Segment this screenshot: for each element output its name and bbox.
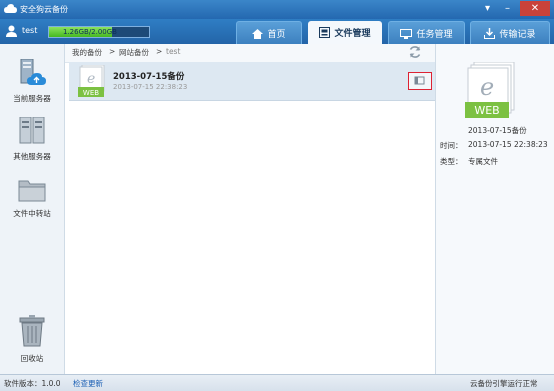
cloud-logo-icon bbox=[4, 4, 17, 13]
detail-time-value: 2013-07-15 22:38:23 bbox=[468, 140, 548, 149]
sidebar-item-recycle-bin[interactable]: 回收站 bbox=[0, 315, 64, 364]
tab-transfer-log[interactable]: 传输记录 bbox=[470, 21, 550, 45]
tab-task-manage-label: 任务管理 bbox=[416, 30, 453, 40]
sidebar-item-recycle-bin-label: 回收站 bbox=[20, 354, 44, 363]
sidebar-item-file-transfer[interactable]: 文件中转站 bbox=[0, 178, 64, 219]
restore-icon bbox=[414, 76, 425, 85]
tab-file-manage-label: 文件管理 bbox=[334, 29, 371, 39]
current-server-icon bbox=[20, 58, 46, 85]
refresh-icon[interactable] bbox=[408, 45, 422, 59]
task-icon bbox=[400, 28, 413, 39]
sidebar-item-file-transfer-label: 文件中转站 bbox=[13, 209, 51, 218]
tab-task-manage[interactable]: 任务管理 bbox=[388, 21, 465, 45]
other-server-icon bbox=[19, 116, 45, 144]
trash-icon bbox=[19, 315, 45, 347]
user-icon bbox=[6, 25, 17, 37]
tab-home[interactable]: 首页 bbox=[236, 21, 302, 45]
detail-type-value: 专属文件 bbox=[468, 157, 498, 166]
tab-home-label: 首页 bbox=[267, 30, 286, 40]
version-text: 软件版本：1.0.0 bbox=[4, 379, 61, 388]
sidebar-item-other-server-label: 其他服务器 bbox=[13, 152, 51, 161]
sidebar: 当前服务器 其他服务器 文件中转站 回收站 bbox=[0, 44, 65, 374]
web-badge-large: WEB bbox=[474, 104, 499, 117]
breadcrumb: 我的备份 > 网站备份 > test bbox=[65, 44, 435, 63]
sidebar-item-current-server-label: 当前服务器 bbox=[13, 94, 51, 103]
web-file-large-icon: e WEB bbox=[465, 62, 515, 118]
sidebar-item-current-server[interactable]: 当前服务器 bbox=[0, 58, 64, 104]
home-icon bbox=[252, 28, 264, 39]
detail-type-label: 类型： bbox=[440, 157, 463, 166]
file-title: 2013-07-15备份 bbox=[113, 72, 185, 82]
web-file-icon: e WEB bbox=[78, 65, 105, 97]
status-bar: 软件版本：1.0.0 检查更新 云备份引擎运行正常 bbox=[0, 374, 554, 391]
svg-text:e: e bbox=[87, 71, 95, 87]
svg-text:e: e bbox=[480, 73, 494, 101]
file-time: 2013-07-15 22:38:23 bbox=[113, 83, 188, 91]
engine-status-text: 云备份引擎运行正常 bbox=[470, 379, 538, 388]
window-title: 安全狗云备份 bbox=[20, 5, 68, 14]
tab-file-manage[interactable]: 文件管理 bbox=[308, 21, 382, 44]
sidebar-item-other-server[interactable]: 其他服务器 bbox=[0, 116, 64, 162]
restore-button[interactable] bbox=[408, 72, 432, 90]
storage-bar: 1.26GB/2.00GB bbox=[48, 26, 150, 38]
breadcrumb-site-backup[interactable]: 网站备份 bbox=[119, 47, 149, 58]
tab-transfer-log-label: 传输记录 bbox=[499, 30, 536, 40]
web-badge: WEB bbox=[83, 89, 99, 97]
check-update-link[interactable]: 检查更新 bbox=[73, 378, 103, 389]
minimize-button[interactable]: – bbox=[499, 1, 516, 16]
transfer-icon bbox=[484, 28, 496, 39]
detail-time-label: 时间： bbox=[440, 141, 463, 150]
file-manage-icon bbox=[319, 27, 331, 38]
breadcrumb-separator: > bbox=[156, 47, 163, 56]
storage-text: 1.26GB/2.00GB bbox=[63, 28, 117, 36]
close-button[interactable]: ✕ bbox=[520, 1, 550, 16]
breadcrumb-my-backup[interactable]: 我的备份 bbox=[72, 47, 102, 58]
folder-icon bbox=[18, 180, 46, 202]
detail-name: 2013-07-15备份 bbox=[468, 126, 527, 135]
file-row[interactable]: e WEB 2013-07-15备份 2013-07-15 22:38:23 bbox=[69, 62, 435, 101]
detail-panel: e WEB 2013-07-15备份 时间： 2013-07-15 22:38:… bbox=[436, 44, 554, 374]
breadcrumb-separator: > bbox=[109, 47, 116, 56]
breadcrumb-current: test bbox=[166, 47, 181, 56]
title-bar: 安全狗云备份 ▾ – ✕ bbox=[0, 0, 554, 19]
menu-button[interactable]: ▾ bbox=[479, 1, 496, 16]
user-name: test bbox=[22, 26, 38, 35]
